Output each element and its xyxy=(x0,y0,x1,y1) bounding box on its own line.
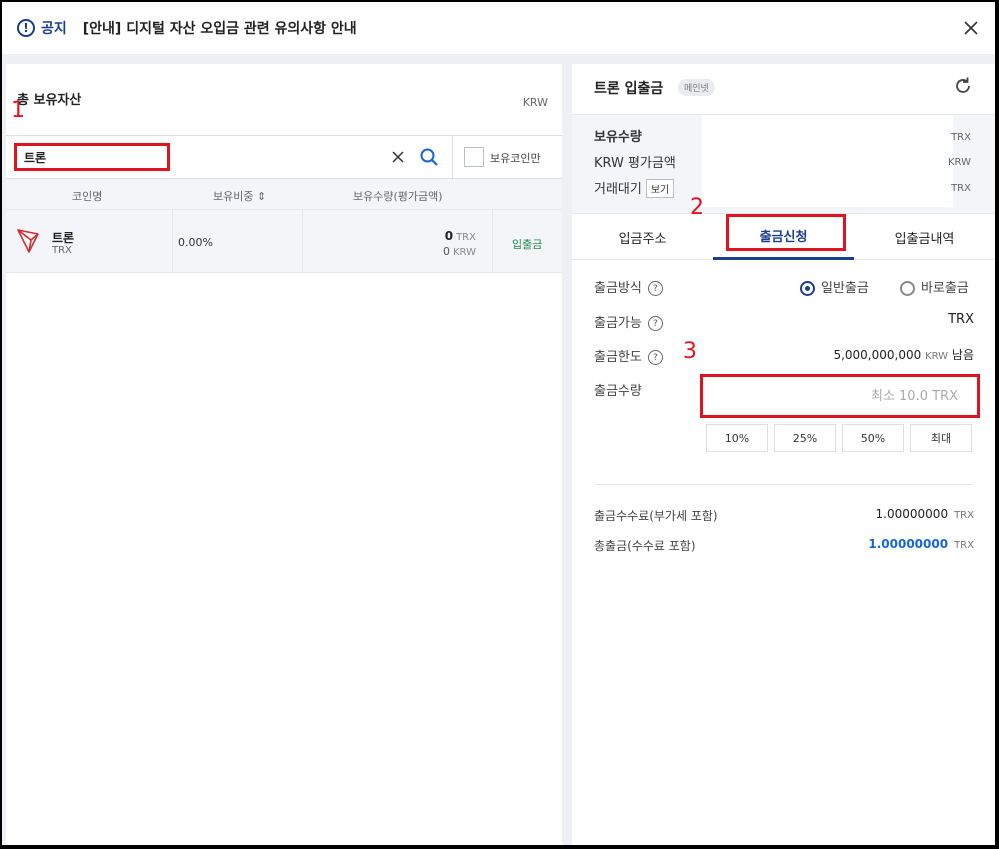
pending-label: 거래대기 보기 xyxy=(594,178,675,198)
column-coin-name[interactable]: 코인명 xyxy=(72,188,102,204)
available-value: TRX xyxy=(948,312,974,327)
cell-divider xyxy=(492,210,493,272)
total-assets-unit: KRW xyxy=(522,96,548,109)
holding-only-checkbox[interactable] xyxy=(464,147,484,167)
total-assets-title: 총 보유자산 xyxy=(17,93,82,108)
holding-unit: TRX xyxy=(951,132,971,143)
notice-bar[interactable]: ! 공지 [안내] 디지털 자산 오입금 관련 유의사항 안내 xyxy=(2,2,995,54)
max-button[interactable]: 최대 xyxy=(910,424,972,452)
tab-deposit-address[interactable]: 입금주소 xyxy=(572,214,713,260)
limit-row: 출금한도? 5,000,000,000 KRW 남음 xyxy=(594,346,974,368)
notice-text[interactable]: [안내] 디지털 자산 오입금 관련 유의사항 안내 xyxy=(83,18,357,38)
cell-divider xyxy=(302,210,303,272)
withdraw-method-row: 출금방식? 일반출금 바로출금 xyxy=(594,277,974,299)
holding-ratio: 0.00% xyxy=(178,236,213,249)
annotation-marker-2: 2 xyxy=(690,195,704,220)
help-icon[interactable]: ? xyxy=(647,350,663,365)
holding-amount: 0 TRX xyxy=(444,229,476,243)
app-frame: ! 공지 [안내] 디지털 자산 오입금 관련 유의사항 안내 총 보유자산 K… xyxy=(2,2,995,845)
pending-unit: TRX xyxy=(951,183,971,194)
clear-icon[interactable] xyxy=(390,149,406,165)
holding-only-label[interactable]: 보유코인만 xyxy=(490,150,541,166)
total-value: 1.00000000 TRX xyxy=(868,537,974,551)
percent-50-button[interactable]: 50% xyxy=(842,424,904,452)
total-label: 총출금(수수료 포함) xyxy=(594,539,696,553)
fee-label: 출금수수료(부가세 포함) xyxy=(594,509,718,523)
refresh-icon[interactable] xyxy=(953,76,973,96)
view-pending-button[interactable]: 보기 xyxy=(645,179,675,198)
limit-value: 5,000,000,000 KRW 남음 xyxy=(833,348,974,362)
panel-title: 트론 입출금 xyxy=(594,81,664,97)
tab-history[interactable]: 입출금내역 xyxy=(854,214,995,260)
withdraw-quantity-input[interactable] xyxy=(700,374,980,418)
quantity-label: 출금수량 xyxy=(594,384,642,399)
divider xyxy=(452,136,453,179)
exclamation-icon: ! xyxy=(17,19,35,37)
annotation-marker-3: 3 xyxy=(683,339,697,364)
tab-withdraw-request[interactable]: 출금신청 xyxy=(713,214,854,260)
percent-10-button[interactable]: 10% xyxy=(706,424,768,452)
asset-panel: 총 보유자산 KRW 1 보유코인만 코인명 보유비중 ⇕ 보유수량(평가금액) xyxy=(6,64,562,845)
available-label: 출금가능 xyxy=(594,316,642,331)
method-label: 출금방식 xyxy=(594,281,642,296)
close-icon[interactable] xyxy=(961,18,981,38)
help-icon[interactable]: ? xyxy=(647,281,663,296)
notice-label: 공지 xyxy=(41,21,67,37)
table-row[interactable]: 트론 TRX 0.00% 0 TRX 0 KRW 입출금 xyxy=(6,210,562,273)
coin-name: 트론 xyxy=(52,231,75,245)
search-row: 보유코인만 xyxy=(6,135,562,179)
coin-search-input[interactable] xyxy=(14,143,170,171)
fee-row: 출금수수료(부가세 포함) 1.00000000 TRX xyxy=(594,507,974,524)
percent-25-button[interactable]: 25% xyxy=(774,424,836,452)
redacted-area xyxy=(702,115,953,207)
total-row: 총출금(수수료 포함) 1.00000000 TRX xyxy=(594,537,974,554)
deposit-withdraw-panel: 트론 입출금 메인넷 보유수량 KRW 평가금액 거래대기 보기 TRX KRW … xyxy=(572,64,995,845)
radio-checked-icon[interactable] xyxy=(800,281,815,296)
column-holding-ratio[interactable]: 보유비중 ⇕ xyxy=(213,188,266,204)
available-row: 출금가능? TRX xyxy=(594,312,974,334)
radio-unchecked-icon[interactable] xyxy=(900,281,915,296)
tron-logo-icon xyxy=(17,229,39,253)
column-holding-amount[interactable]: 보유수량(평가금액) xyxy=(353,188,443,204)
limit-label: 출금한도 xyxy=(594,350,642,365)
search-icon[interactable] xyxy=(419,147,439,167)
holding-label: 보유수량 xyxy=(594,130,642,145)
radio-instant[interactable]: 바로출금 xyxy=(900,277,969,296)
annotation-marker-1: 1 xyxy=(11,98,25,123)
coin-table-header: 코인명 보유비중 ⇕ 보유수량(평가금액) xyxy=(6,179,562,210)
cell-divider xyxy=(172,210,173,272)
fee-value: 1.00000000 TRX xyxy=(875,507,974,521)
tab-bar: 입금주소 출금신청 입출금내역 xyxy=(572,214,995,260)
deposit-withdraw-link[interactable]: 입출금 xyxy=(512,236,542,252)
highlight-box xyxy=(726,214,846,251)
krw-value-label: KRW 평가금액 xyxy=(594,156,676,171)
radio-normal[interactable]: 일반출금 xyxy=(800,277,869,296)
holding-info: 보유수량 KRW 평가금액 거래대기 보기 TRX KRW TRX xyxy=(572,114,995,214)
holding-krw: 0 KRW xyxy=(443,245,476,258)
help-icon[interactable]: ? xyxy=(647,316,663,331)
divider xyxy=(594,484,974,485)
coin-symbol: TRX xyxy=(52,245,72,256)
krw-unit: KRW xyxy=(948,157,971,168)
network-badge: 메인넷 xyxy=(678,79,715,96)
